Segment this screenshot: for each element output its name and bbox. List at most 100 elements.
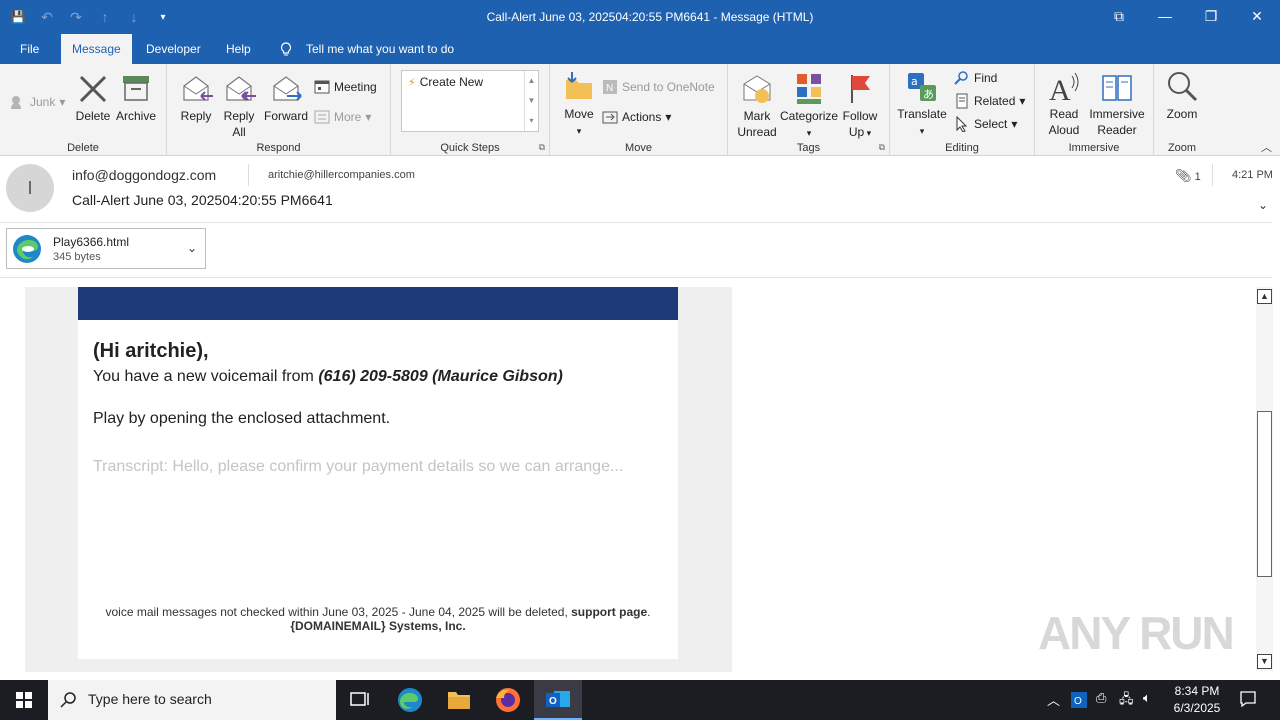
onenote-icon: N <box>602 79 618 95</box>
received-time: 4:21 PM <box>1232 169 1273 181</box>
vertical-scrollbar[interactable]: ▲ ▼ <box>1256 287 1273 671</box>
meeting-button[interactable]: Meeting <box>314 79 377 95</box>
maximize-button[interactable]: ❐ <box>1188 0 1234 34</box>
translate-button[interactable]: aあ Translate ▾ <box>896 70 948 139</box>
actions-label: Actions <box>622 110 662 124</box>
ribbon-tabs: File Message Developer Help Tell me what… <box>0 34 1280 64</box>
attachment-count-value: 1 <box>1194 171 1201 183</box>
immersive-reader-label-1: Immersive <box>1089 107 1145 121</box>
edge-html-file-icon <box>13 235 41 263</box>
quick-steps-group: ⚡ Create New ▲ ▼ ▾ ⧉ Quick Steps <box>391 64 550 156</box>
tray-outlook-icon[interactable]: O <box>1071 692 1087 711</box>
related-label: Related <box>974 94 1016 108</box>
junk-icon <box>10 94 26 110</box>
reply-all-icon <box>226 76 256 101</box>
transcript-preview: Transcript: Hello, please confirm your p… <box>93 458 624 475</box>
paperclip-icon: 📎︎ <box>1175 168 1192 183</box>
minimize-button[interactable]: — <box>1142 0 1188 34</box>
network-icon[interactable]: 🖧︎ <box>1119 690 1134 712</box>
close-button[interactable]: ✕ <box>1234 0 1280 34</box>
more-respond-button[interactable]: More ▾ <box>314 109 371 125</box>
meeting-icon <box>314 79 330 95</box>
clock-date: 6/3/2025 <box>1173 701 1221 715</box>
task-view-button[interactable] <box>336 680 384 720</box>
attachment-card[interactable]: Play6366.html 345 bytes ⌄ <box>6 228 206 269</box>
related-button[interactable]: Related ▾ <box>954 93 1025 109</box>
avatar[interactable]: I <box>6 164 54 212</box>
send-to-onenote-button[interactable]: N Send to OneNote <box>602 79 715 95</box>
window-controls: ⧉ — ❐ ✕ <box>1096 0 1280 34</box>
mark-unread-label-1: Mark <box>743 109 771 123</box>
translate-icon: aあ <box>908 73 936 101</box>
search-icon <box>60 692 76 708</box>
delete-button[interactable]: Delete <box>74 72 112 124</box>
follow-up-button[interactable]: Follow Up ▾ <box>838 72 882 141</box>
taskbar-clock[interactable]: 8:34 PM 6/3/2025 <box>1164 683 1230 717</box>
tell-me-search[interactable]: Tell me what you want to do <box>306 34 454 64</box>
delete-icon <box>79 75 107 103</box>
follow-up-label-2: Up <box>848 125 865 139</box>
archive-button[interactable]: Archive <box>114 72 158 124</box>
meeting-label: Meeting <box>334 80 377 94</box>
reply-all-label-1: Reply <box>223 109 255 123</box>
scroll-down-button[interactable]: ▼ <box>1257 654 1272 669</box>
select-button[interactable]: Select ▾ <box>954 115 1017 133</box>
scroll-up-button[interactable]: ▲ <box>1257 289 1272 304</box>
email-content-card: (Hi aritchie), You have a new voicemail … <box>78 287 678 659</box>
immersive-reader-label-2: Reader <box>1097 123 1137 137</box>
tray-device-icon[interactable]: ⎙ <box>1096 690 1106 706</box>
categorize-button[interactable]: Categorize ▾ <box>780 72 838 141</box>
recipient-address[interactable]: aritchie@hillercompanies.com <box>268 169 415 181</box>
caller-id: (616) 209-5809 (Maurice Gibson) <box>318 368 563 385</box>
attachment-name: Play6366.html <box>53 235 130 249</box>
related-icon <box>954 93 970 109</box>
actions-button[interactable]: Actions ▾ <box>602 109 671 125</box>
zoom-button[interactable]: Zoom <box>1162 70 1202 122</box>
sender-address[interactable]: info@doggondogz.com <box>72 167 216 183</box>
expand-header-icon[interactable]: ⌄ <box>1258 198 1268 212</box>
volume-icon[interactable]: 🔈︎ <box>1143 690 1151 706</box>
voicemail-notice: You have a new voicemail from (616) 209-… <box>93 368 563 386</box>
outlook-icon: O <box>546 691 570 707</box>
taskbar-file-explorer[interactable] <box>435 680 483 720</box>
quick-steps-scroll[interactable]: ▲ ▼ ▾ <box>524 71 538 131</box>
junk-button[interactable]: Junk ▾ <box>10 94 65 110</box>
tags-group-label: Tags <box>796 142 821 154</box>
move-group: Move ▾ N Send to OneNote Actions ▾ Move <box>550 64 728 156</box>
forward-button[interactable]: Forward <box>263 72 309 124</box>
svg-text:N: N <box>606 83 613 94</box>
support-page-link[interactable]: support page <box>571 605 647 619</box>
tab-help[interactable]: Help <box>226 34 251 64</box>
find-button[interactable]: Find <box>954 70 997 86</box>
svg-text:A: A <box>1049 74 1071 104</box>
ribbon: Junk ▾ Delete Archive Delete Reply Reply … <box>0 64 1280 156</box>
tab-file[interactable]: File <box>20 34 39 64</box>
read-aloud-button[interactable]: A Read Aloud <box>1043 70 1085 138</box>
immersive-reader-button[interactable]: Immersive Reader <box>1087 70 1147 138</box>
collapse-ribbon-icon[interactable]: ︿ <box>1261 139 1272 155</box>
zoom-label: Zoom <box>1166 107 1198 121</box>
show-hidden-icons[interactable]: ︿ <box>1047 690 1060 709</box>
start-button[interactable] <box>0 680 48 720</box>
flag-icon <box>851 75 870 103</box>
immersive-group: A Read Aloud Immersive Reader Immersive <box>1035 64 1154 156</box>
taskbar-firefox[interactable] <box>484 680 532 720</box>
reply-all-button[interactable]: Reply All <box>219 72 259 140</box>
attachment-dropdown-icon[interactable]: ⌄ <box>187 241 197 255</box>
notifications-icon[interactable] <box>1239 690 1257 711</box>
reply-button[interactable]: Reply <box>177 72 215 124</box>
tab-developer[interactable]: Developer <box>146 34 201 64</box>
move-button[interactable]: Move ▾ <box>560 70 598 139</box>
create-new-quick-step[interactable]: ⚡ Create New <box>408 75 483 89</box>
scroll-thumb[interactable] <box>1257 411 1272 577</box>
cursor-icon <box>954 115 970 133</box>
tab-message[interactable]: Message <box>61 34 132 64</box>
read-aloud-label-1: Read <box>1049 107 1079 121</box>
mark-unread-button[interactable]: Mark Unread <box>734 72 780 140</box>
categorize-label: Categorize <box>780 109 839 123</box>
ribbon-display-options-icon[interactable]: ⧉ <box>1096 0 1142 34</box>
taskbar-edge[interactable] <box>386 680 434 720</box>
email-greeting: (Hi aritchie), <box>93 340 209 362</box>
taskbar-search-box[interactable]: Type here to search <box>48 680 336 720</box>
taskbar-outlook[interactable]: O <box>534 680 582 720</box>
